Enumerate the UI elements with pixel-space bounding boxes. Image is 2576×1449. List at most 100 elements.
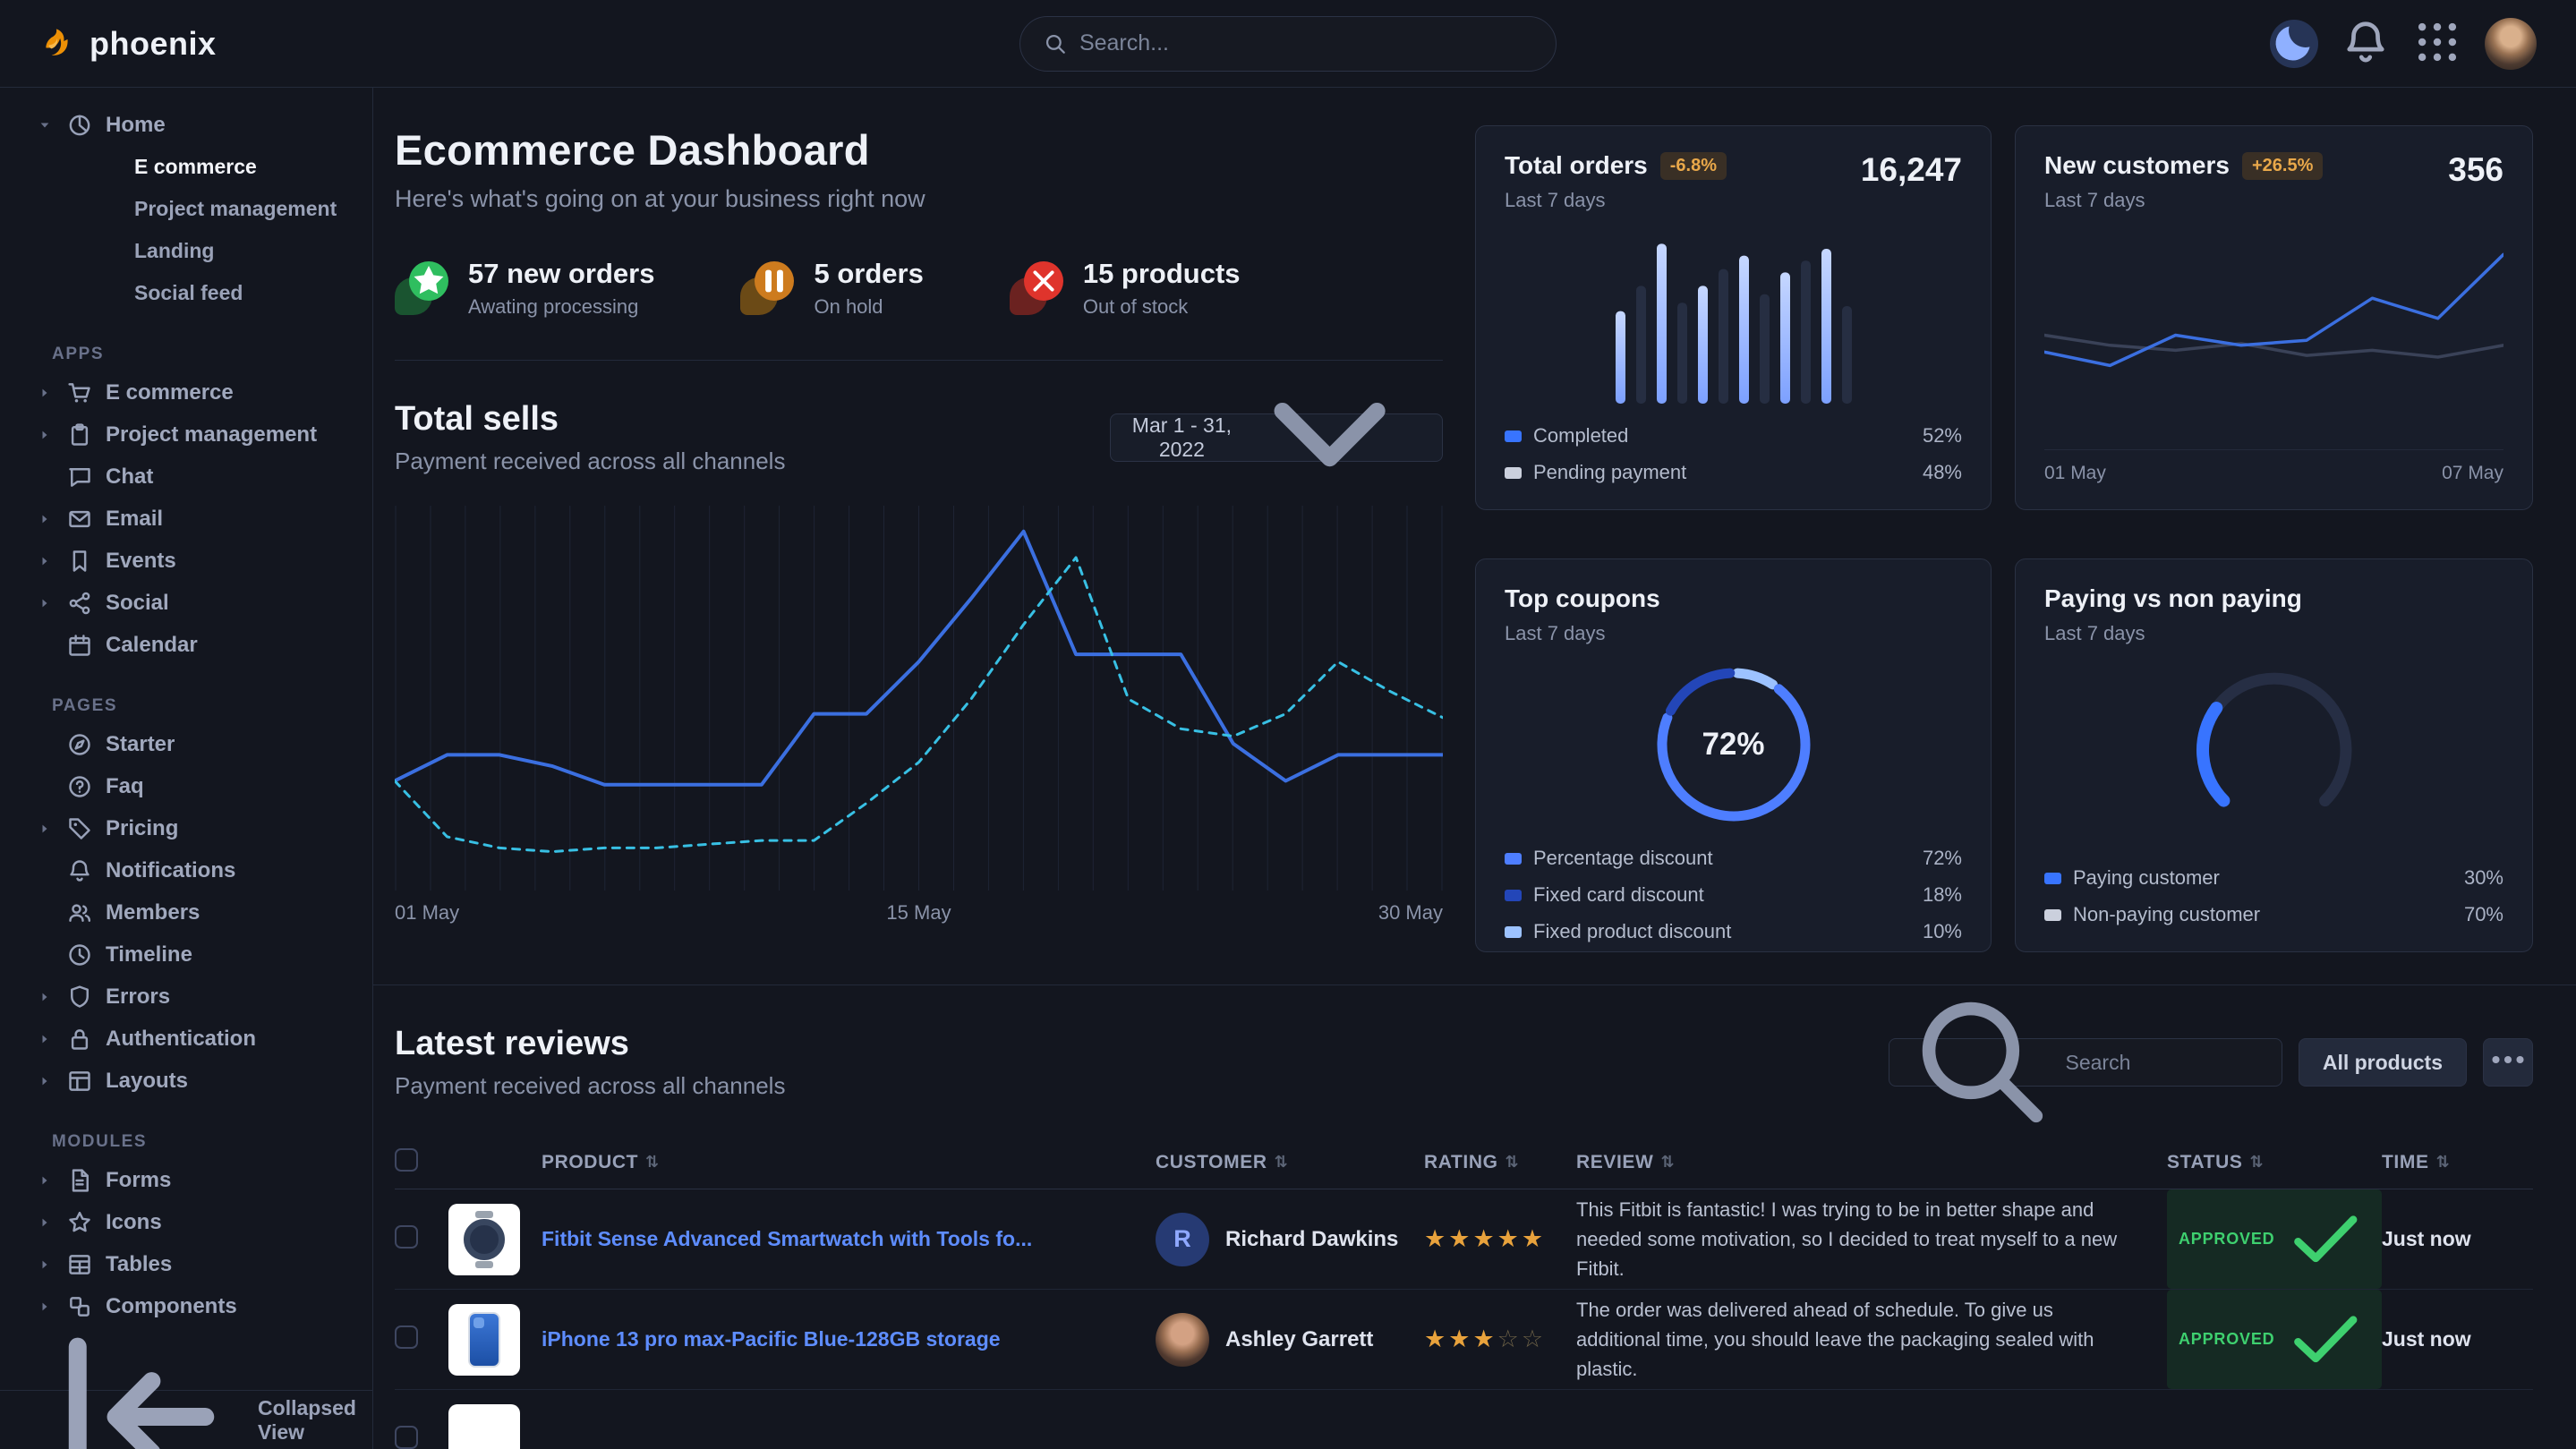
layout-icon — [67, 1069, 92, 1094]
caret-right-icon — [36, 1172, 54, 1189]
caret-right-icon — [36, 1214, 54, 1232]
row-checkbox[interactable] — [395, 1426, 418, 1449]
sidebar-item-errors[interactable]: Errors — [0, 976, 372, 1018]
sidebar-item-social[interactable]: Social — [0, 582, 372, 624]
sidebar-item-faq[interactable]: Faq — [0, 765, 372, 807]
sidebar-item-layouts[interactable]: Layouts — [0, 1060, 372, 1102]
user-avatar[interactable] — [2485, 18, 2537, 70]
card-period: Last 7 days — [2044, 622, 2302, 645]
cart-icon — [67, 380, 92, 405]
sort-icon: ⇅ — [1506, 1153, 1520, 1172]
stat-value: 15 products — [1083, 258, 1241, 290]
donut-center-value: 72% — [1649, 660, 1819, 830]
review-row-partial — [395, 1390, 2533, 1449]
sidebar-item-tables[interactable]: Tables — [0, 1243, 372, 1285]
notifications-button[interactable] — [2341, 20, 2390, 68]
caret-right-icon — [36, 820, 54, 838]
row-checkbox[interactable] — [395, 1325, 418, 1349]
review-time: Just now — [2382, 1227, 2533, 1251]
product-thumbnail[interactable] — [448, 1404, 520, 1449]
sidebar-item-e-commerce[interactable]: E commerce — [0, 371, 372, 413]
stat-label: Out of stock — [1083, 295, 1241, 319]
paying-vs-non-paying-card: Paying vs non paying Last 7 days Paying … — [2015, 558, 2533, 952]
total-orders-bar-chart — [1599, 235, 1868, 404]
more-options-button[interactable] — [2483, 1038, 2533, 1087]
select-all-checkbox[interactable] — [395, 1148, 418, 1172]
column-header-time[interactable]: TIME⇅ — [2382, 1152, 2533, 1173]
sidebar-item-timeline[interactable]: Timeline — [0, 933, 372, 976]
sidebar-item-pricing[interactable]: Pricing — [0, 807, 372, 849]
sidebar-item-social-feed[interactable]: Social feed — [0, 272, 372, 314]
sidebar-item-icons[interactable]: Icons — [0, 1201, 372, 1243]
compass-icon — [67, 732, 92, 757]
apps-grid-button[interactable] — [2413, 20, 2461, 68]
card-title: New customers — [2044, 151, 2230, 180]
column-header-rating[interactable]: RATING⇅ — [1424, 1152, 1576, 1173]
date-range-select[interactable]: Mar 1 - 31, 2022 — [1110, 413, 1443, 462]
phoenix-logo-icon — [39, 22, 77, 64]
sidebar-item-project-management[interactable]: Project management — [0, 188, 372, 230]
column-header-status[interactable]: STATUS⇅ — [2167, 1152, 2382, 1173]
reviews-table: PRODUCT⇅CUSTOMER⇅RATING⇅REVIEW⇅STATUS⇅TI… — [395, 1136, 2533, 1449]
brand-name: phoenix — [90, 25, 217, 63]
caret-right-icon — [36, 988, 54, 1006]
new-customers-line-chart — [2044, 239, 2503, 418]
caret-down-icon — [36, 116, 54, 134]
product-thumbnail-phone[interactable] — [448, 1304, 520, 1376]
legend-swatch — [1505, 926, 1522, 938]
total-sells-subtitle: Payment received across all channels — [395, 447, 785, 475]
caret-spacer — [36, 778, 54, 796]
reviews-toolbar: All products — [1889, 1038, 2533, 1087]
sidebar-item-forms[interactable]: Forms — [0, 1159, 372, 1201]
global-search[interactable] — [1019, 16, 1557, 72]
paying-legend: Paying customer 30% Non-paying customer … — [2044, 853, 2503, 926]
axis-label: 15 May — [886, 901, 951, 925]
sidebar-item-e-commerce[interactable]: E commerce — [0, 146, 372, 188]
top-navbar: phoenix — [0, 0, 2576, 88]
sidebar-item-email[interactable]: Email — [0, 498, 372, 540]
table-icon — [67, 1252, 92, 1277]
total-sells-chart — [395, 506, 1443, 891]
caret-right-icon — [36, 552, 54, 570]
caret-spacer — [36, 946, 54, 964]
axis-label: 01 May — [395, 901, 459, 925]
sidebar-item-events[interactable]: Events — [0, 540, 372, 582]
sidebar-item-calendar[interactable]: Calendar — [0, 624, 372, 666]
trend-badge: -6.8% — [1660, 152, 1727, 180]
product-link[interactable]: Fitbit Sense Advanced Smartwatch with To… — [542, 1227, 1156, 1251]
moon-icon — [2270, 18, 2318, 69]
caret-right-icon — [36, 510, 54, 528]
product-thumbnail-watch[interactable] — [448, 1204, 520, 1275]
sidebar-item-home[interactable]: Home — [0, 104, 372, 146]
column-header-review[interactable]: REVIEW⇅ — [1576, 1152, 2167, 1173]
sidebar-item-chat[interactable]: Chat — [0, 456, 372, 498]
sidebar-item-authentication[interactable]: Authentication — [0, 1018, 372, 1060]
sidebar-item-members[interactable]: Members — [0, 891, 372, 933]
stat-label: On hold — [814, 295, 923, 319]
column-header-product[interactable]: PRODUCT⇅ — [542, 1152, 1156, 1173]
caret-right-icon — [36, 384, 54, 402]
sidebar-nav: HomeE commerceProject managementLandingS… — [0, 88, 372, 1390]
column-header-customer[interactable]: CUSTOMER⇅ — [1156, 1152, 1424, 1173]
sidebar-item-notifications[interactable]: Notifications — [0, 849, 372, 891]
review-time: Just now — [2382, 1327, 2533, 1351]
collapsed-view-toggle[interactable]: Collapsed View — [0, 1390, 372, 1449]
global-search-input[interactable] — [1079, 30, 1532, 56]
reviews-search-input[interactable] — [2066, 1051, 2265, 1075]
brand[interactable]: phoenix — [39, 22, 217, 64]
theme-toggle-button[interactable] — [2270, 20, 2318, 68]
all-products-button[interactable]: All products — [2299, 1038, 2467, 1087]
ellipsis-icon — [2484, 1036, 2532, 1089]
mail-icon — [67, 507, 92, 532]
sidebar-item-starter[interactable]: Starter — [0, 723, 372, 765]
sidebar-item-landing[interactable]: Landing — [0, 230, 372, 272]
row-checkbox[interactable] — [395, 1225, 418, 1249]
top-coupons-legend: Percentage discount 72% Fixed card disco… — [1505, 833, 1962, 943]
sidebar-section-pages: PAGES — [0, 689, 372, 723]
tag-icon — [67, 816, 92, 841]
sidebar-item-project-management[interactable]: Project management — [0, 413, 372, 456]
reviews-search[interactable] — [1889, 1038, 2282, 1087]
product-link[interactable]: iPhone 13 pro max-Pacific Blue-128GB sto… — [542, 1327, 1156, 1351]
total-sells-axis-labels: 01 May15 May30 May — [395, 901, 1443, 925]
caret-spacer — [36, 468, 54, 486]
